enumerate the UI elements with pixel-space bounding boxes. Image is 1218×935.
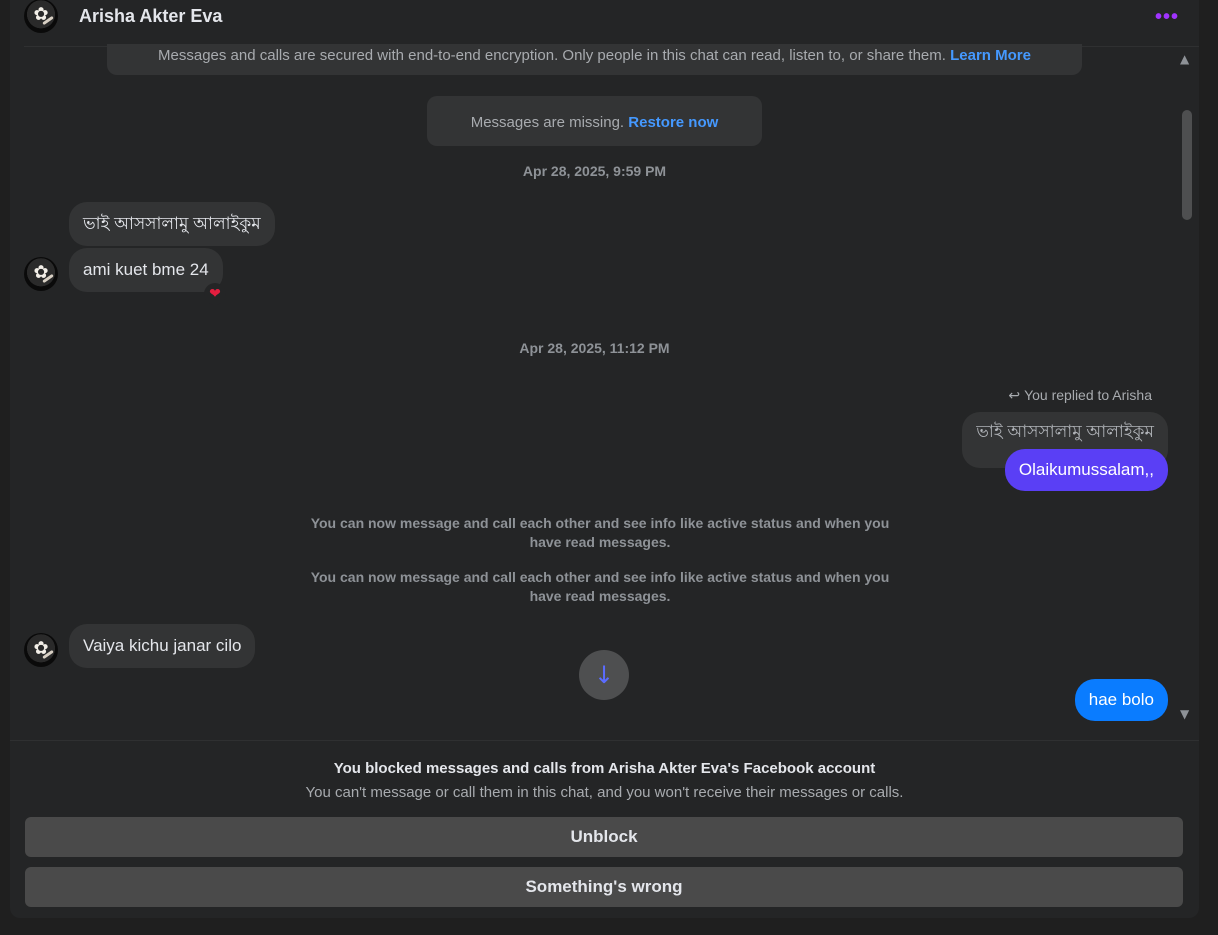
- contact-avatar[interactable]: ✿: [24, 0, 58, 33]
- blocked-title: You blocked messages and calls from Aris…: [333, 760, 876, 777]
- incoming-message[interactable]: ভাই আসসালামু আলাইকুম: [69, 202, 275, 246]
- blocked-subtitle: You can't message or call them in this c…: [305, 784, 904, 801]
- scroll-down-arrow-icon[interactable]: ▼: [1180, 707, 1189, 721]
- contact-name[interactable]: Arisha Akter Eva: [79, 6, 222, 27]
- outgoing-message[interactable]: hae bolo: [1074, 679, 1168, 721]
- blocked-banner: You blocked messages and calls from Aris…: [10, 740, 1199, 919]
- timestamp: Apr 28, 2025, 9:59 PM: [522, 163, 667, 179]
- learn-more-link[interactable]: Learn More: [950, 47, 1031, 64]
- incoming-message[interactable]: Vaiya kichu janar cilo: [69, 624, 256, 668]
- incoming-message[interactable]: ami kuet bme 24: [69, 248, 223, 292]
- chat-panel: ✿ Arisha Akter Eva ••• Messages and call…: [10, 0, 1199, 918]
- more-options-icon[interactable]: •••: [1155, 6, 1179, 29]
- chat-header: ✿ Arisha Akter Eva •••: [24, 0, 1199, 47]
- timestamp: Apr 28, 2025, 11:12 PM: [519, 340, 670, 356]
- scrollbar-thumb[interactable]: [1182, 110, 1192, 220]
- missing-messages-notice: Messages are missing. Restore now: [427, 96, 762, 146]
- encryption-text: Messages and calls are secured with end-…: [158, 47, 951, 64]
- restore-now-link[interactable]: Restore now: [628, 114, 718, 131]
- scroll-up-arrow-icon[interactable]: ▲: [1180, 52, 1189, 66]
- replied-indicator: ↩ You replied to Arisha: [1008, 387, 1152, 404]
- arrow-down-icon: ↓: [593, 661, 615, 689]
- reply-arrow-icon: ↩: [1008, 388, 1021, 404]
- unblock-button[interactable]: Unblock: [25, 817, 1183, 857]
- sender-avatar[interactable]: ✿: [24, 633, 58, 667]
- missing-text: Messages are missing.: [470, 114, 629, 131]
- encryption-notice: Messages and calls are secured with end-…: [107, 44, 1082, 75]
- info-notice: You can now message and call each other …: [310, 515, 890, 550]
- info-notice: You can now message and call each other …: [310, 569, 890, 604]
- outgoing-message[interactable]: Olaikumussalam,,: [1004, 449, 1168, 491]
- heart-reaction-icon[interactable]: ❤: [204, 283, 226, 305]
- replied-label: You replied to Arisha: [1024, 387, 1152, 403]
- sender-avatar[interactable]: ✿: [24, 257, 58, 291]
- scroll-to-bottom-button[interactable]: ↓: [579, 650, 629, 700]
- something-wrong-button[interactable]: Something's wrong: [25, 867, 1183, 907]
